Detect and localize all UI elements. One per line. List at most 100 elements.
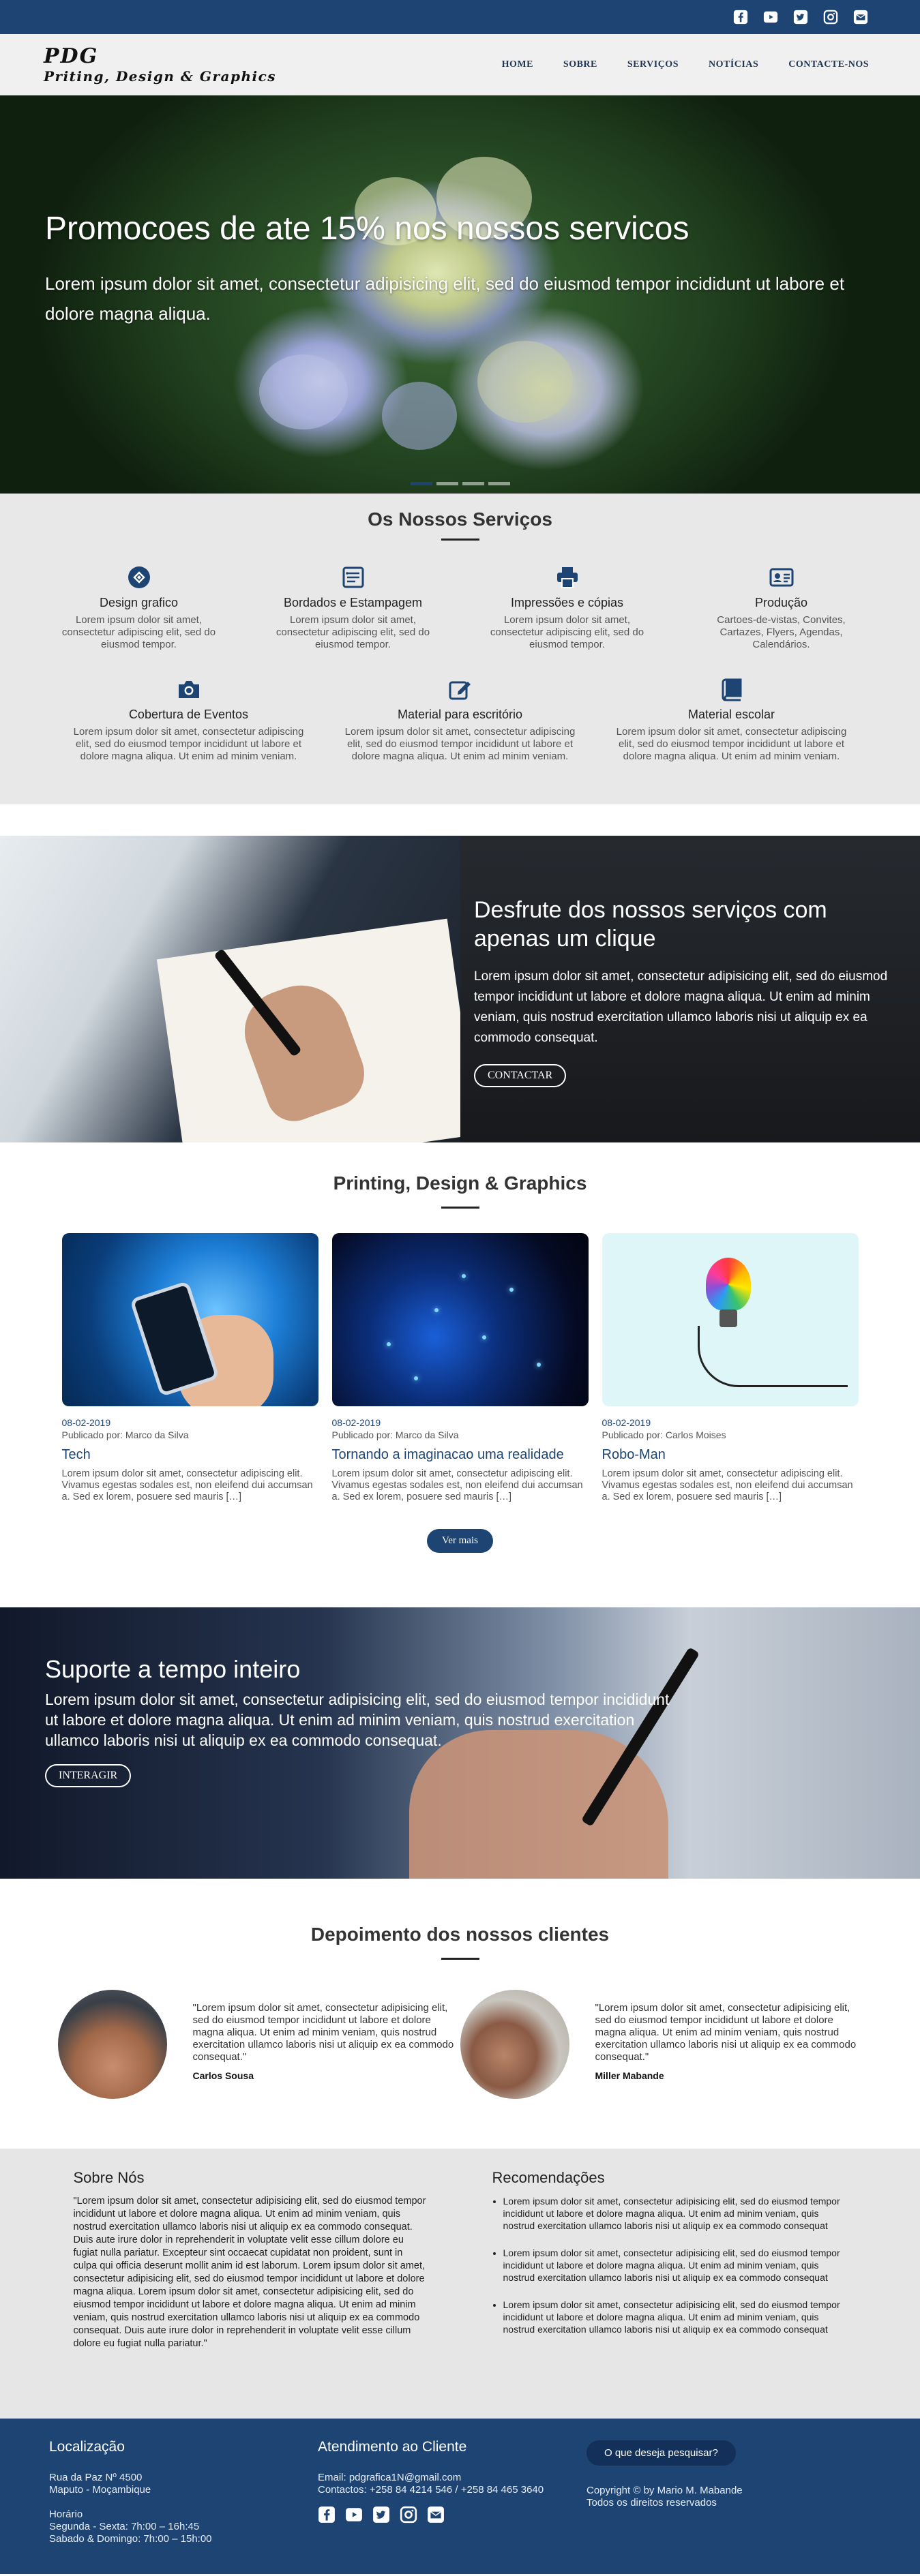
service-item: Material escolar Lorem ipsum dolor sit a… <box>608 677 855 763</box>
post-date: 08-02-2019 <box>602 1417 651 1428</box>
avatar <box>460 1990 569 2099</box>
interagir-button[interactable]: INTERAGIR <box>45 1764 132 1787</box>
service-title: Produção <box>754 596 808 609</box>
testimonial: "Lorem ipsum dolor sit amet, consectetur… <box>57 1990 460 2099</box>
twitter-icon[interactable] <box>790 7 811 27</box>
book-icon <box>722 678 741 701</box>
service-item: Design grafico Lorem ipsum dolor sit ame… <box>56 565 222 651</box>
lightbulb-graphic <box>705 1258 751 1311</box>
service-text: Lorem ipsum dolor sit amet, consectetur … <box>616 726 847 762</box>
service-title: Bordados e Estampagem <box>283 596 423 609</box>
flower-petal <box>477 341 573 423</box>
location-title: Localização <box>49 2439 125 2455</box>
post-image-network[interactable] <box>331 1233 589 1406</box>
about-text: "Lorem ipsum dolor sit amet, consectetur… <box>73 2196 426 2349</box>
testimonial-author: Carlos Sousa <box>192 2070 254 2081</box>
testimonial-author: Miller Mabande <box>595 2070 664 2081</box>
service-text: Cartoes-de-vistas, Convites, Cartazes, F… <box>717 614 846 650</box>
instagram-icon[interactable] <box>400 2506 417 2524</box>
instagram-icon[interactable] <box>820 7 841 27</box>
nav-noticias[interactable]: NOTÍCIAS <box>709 59 758 70</box>
testimonials-title: Depoimento dos nossos clientes <box>310 1924 610 1945</box>
about-section: Sobre Nós "Lorem ipsum dolor sit amet, c… <box>0 2149 920 2419</box>
footer-location: Localização Rua da Paz Nº 4500 Maputo - … <box>49 2439 318 2574</box>
carousel-dot[interactable] <box>436 482 458 485</box>
hero-text: Lorem ipsum dolor sit amet, consectetur … <box>45 273 845 324</box>
post-author: Publicado por: Marco da Silva <box>331 1429 459 1440</box>
title-divider <box>441 1207 479 1209</box>
email-line[interactable]: Email: pdgrafica1N@gmail.com <box>318 2472 587 2484</box>
carousel-dot[interactable] <box>462 482 484 485</box>
service-item: Impressões e cópias Lorem ipsum dolor si… <box>484 565 651 651</box>
testimonials-section: Depoimento dos nossos clientes "Lorem ip… <box>0 1879 920 2149</box>
email-icon[interactable] <box>850 7 871 27</box>
carousel-dot[interactable] <box>411 482 432 485</box>
network-node <box>413 1376 418 1380</box>
design-icon <box>128 566 150 588</box>
search-button[interactable]: O que deseja pesquisar? <box>587 2440 736 2466</box>
testimonial-quote: "Lorem ipsum dolor sit amet, consectetur… <box>192 2002 454 2063</box>
recommendations-title: Recomendações <box>492 2169 605 2186</box>
wire-graphic <box>697 1326 848 1387</box>
writing-hand-image <box>0 836 460 1142</box>
facebook-icon[interactable] <box>318 2506 336 2524</box>
hours-line: Sabado & Domingo: 7h:00 – 15h:00 <box>49 2533 212 2545</box>
services-title: Os Nossos Serviços <box>368 509 552 530</box>
post-excerpt: Lorem ipsum dolor sit amet, consectetur … <box>602 1468 853 1502</box>
youtube-icon[interactable] <box>345 2506 363 2524</box>
cta-banner: Desfrute dos nossos serviços com apenas … <box>0 836 920 1142</box>
facebook-icon[interactable] <box>730 7 751 27</box>
footer-social <box>318 2506 587 2524</box>
carousel-dot[interactable] <box>488 482 510 485</box>
avatar <box>57 1990 167 2099</box>
post-card[interactable]: 08-02-2019 Publicado por: Marco da Silva… <box>61 1233 318 1503</box>
service-text: Lorem ipsum dolor sit amet, consectetur … <box>73 726 304 762</box>
service-text: Lorem ipsum dolor sit amet, consectetur … <box>344 726 576 762</box>
network-node <box>481 1335 486 1339</box>
address-line: Maputo - Moçambique <box>49 2484 151 2496</box>
flower-petal <box>382 382 457 450</box>
ver-mais-button[interactable]: Ver mais <box>427 1529 493 1553</box>
phone-graphic <box>129 1280 220 1397</box>
post-title[interactable]: Tornando a imaginacao uma realidade <box>332 1447 589 1463</box>
nav-home[interactable]: HOME <box>502 59 533 70</box>
copyright-line: Copyright © by Mario M. Mabande <box>587 2485 743 2496</box>
nav-sobre[interactable]: SOBRE <box>563 59 597 70</box>
footer-service: Atendimento ao Cliente Email: pdgrafica1… <box>318 2439 587 2574</box>
rights-line: Todos os direitos reservados <box>587 2497 717 2509</box>
contactar-button[interactable]: CONTACTAR <box>474 1064 567 1087</box>
post-date: 08-02-2019 <box>331 1417 381 1428</box>
nav-contacte[interactable]: CONTACTE-NOS <box>788 59 869 70</box>
service-item: Cobertura de Eventos Lorem ipsum dolor s… <box>65 677 312 763</box>
service-title: Material escolar <box>687 708 775 721</box>
nav-servicos[interactable]: SERVIÇOS <box>627 59 679 70</box>
title-divider <box>441 539 479 541</box>
flower-petal <box>259 354 348 429</box>
recommendation-item: Lorem ipsum dolor sit amet, consectetur … <box>503 2247 847 2284</box>
logo-line1: PDG <box>44 44 99 68</box>
recommendations-list: Lorem ipsum dolor sit amet, consectetur … <box>492 2195 847 2335</box>
services-row: Cobertura de Eventos Lorem ipsum dolor s… <box>0 677 920 763</box>
post-title[interactable]: Tech <box>62 1447 318 1463</box>
post-card[interactable]: 08-02-2019 Publicado por: Marco da Silva… <box>331 1233 589 1503</box>
post-title[interactable]: Robo-Man <box>602 1447 859 1463</box>
youtube-icon[interactable] <box>760 7 781 27</box>
logo-line2: Priting, Design & Graphics <box>44 67 277 85</box>
service-title: Design grafico <box>99 596 179 609</box>
post-image-bulb[interactable] <box>602 1233 859 1406</box>
email-icon[interactable] <box>427 2506 445 2524</box>
id-card-icon <box>769 568 793 587</box>
post-image-tech[interactable] <box>61 1233 318 1406</box>
service-item: Material para escritório Lorem ipsum dol… <box>337 677 584 763</box>
service-text: Lorem ipsum dolor sit amet, consectetur … <box>276 614 430 650</box>
support-banner: Suporte a tempo inteiro Lorem ipsum dolo… <box>0 1607 920 1879</box>
camera-icon <box>178 681 199 698</box>
post-card[interactable]: 08-02-2019 Publicado por: Carlos Moises … <box>602 1233 859 1503</box>
hours-line: Segunda - Sexta: 7h:00 – 16h:45 <box>49 2521 200 2532</box>
logo[interactable]: PDG Priting, Design & Graphics <box>44 44 277 85</box>
edit-icon <box>449 681 471 700</box>
twitter-icon[interactable] <box>372 2506 390 2524</box>
hours-title: Horário <box>49 2509 83 2520</box>
blog-section: Printing, Design & Graphics 08-02-2019 P… <box>0 1142 920 1580</box>
